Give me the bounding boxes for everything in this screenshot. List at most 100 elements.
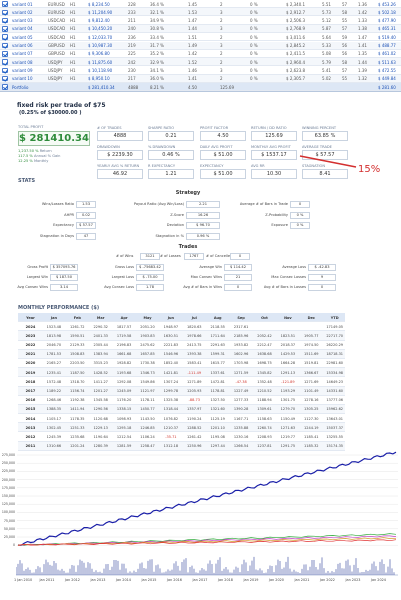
table-cell: 1312.18 — [163, 444, 179, 449]
table-cell: 1.44 — [358, 59, 367, 65]
metric-value: $ 57.57 — [302, 150, 348, 160]
table-cell: 1.33 — [358, 18, 367, 24]
table-cell: 2016 — [25, 398, 36, 403]
table-row[interactable]: variant 03 USDCAD H1 $ 9,812.40 211 34.9 % 1.4… — [0, 17, 401, 25]
table-cell: 2023 — [25, 333, 36, 338]
table-cell: 1127.30 — [304, 416, 319, 421]
table-cell: 1.41 — [358, 43, 367, 48]
table-cell: 1158.63 — [257, 416, 272, 421]
table-cell: 2212.47 — [257, 343, 272, 348]
table-cell: 2046.70 — [46, 343, 62, 348]
table-cell: 1978.66 — [187, 333, 202, 338]
table-cell: 1602.96 — [233, 352, 249, 357]
checkbox[interactable] — [2, 17, 8, 24]
table-cell: 240 — [128, 26, 136, 32]
checkbox[interactable] — [2, 42, 8, 49]
table-cell: 3 — [220, 26, 223, 32]
table-cell: -88.73 — [188, 398, 200, 403]
table-cell: 1.52 — [188, 59, 197, 65]
table-cell: 1192.38 — [70, 398, 85, 403]
checkbox[interactable] — [2, 84, 8, 90]
table-cell: 1590.51 — [70, 333, 85, 338]
checkbox[interactable] — [2, 26, 8, 32]
column-header: Apr — [120, 315, 128, 320]
stat-label: Avg Consec Wins — [17, 285, 48, 289]
table-cell: 1176.20 — [116, 398, 132, 403]
checkbox[interactable] — [2, 9, 8, 16]
trades-header-label: # of Wins — [116, 254, 134, 258]
table-header-row: Year Jan Feb Mar Apr May Jun Jul Aug Sep Oct Nov Dec… — [18, 313, 345, 323]
table-row[interactable]: variant 10 USDJPY H1 $ 8,950.10 217 36.0 % 1.4… — [0, 74, 401, 83]
stat-label: Stagnation in Days — [39, 233, 74, 238]
gain-line: 1,237.50 % Return — [18, 149, 52, 153]
table-cell: -121.89 — [281, 379, 295, 384]
table-cell: 1948.97 — [163, 324, 179, 329]
y-tick-label: 125,000 — [1, 502, 15, 507]
table-row[interactable]: variant 04 USDCAD H1 $ 10,450.20 240 30.8 % 1.… — [0, 24, 401, 34]
trades-section-title: Trades — [178, 244, 198, 250]
table-row[interactable]: variant 01 EURUSD H1 $ 8,234.50 228 36.4 % 1.4… — [0, 0, 401, 9]
table-cell: 34.1 % — [150, 67, 164, 73]
y-tick-label: 150,000 — [1, 494, 15, 498]
table-cell: 1201.27 — [93, 389, 108, 393]
table-cell: 236 — [128, 34, 136, 40]
checkbox[interactable] — [2, 51, 8, 57]
table-cell: 2051.20 — [140, 324, 155, 329]
stat-value: 0.02 — [76, 211, 96, 219]
table-cell: 1189.22 — [46, 389, 62, 393]
stat-label: Max Consec Losses — [271, 275, 306, 279]
table-cell: 1698.75 — [257, 361, 272, 366]
table-cell: 0 % — [250, 1, 258, 7]
table-cell: 1190.24 — [187, 416, 202, 421]
checkbox[interactable] — [2, 34, 8, 40]
table-cell: EURUSD — [48, 1, 65, 7]
metric-label: RETURN / DD RATIO — [251, 126, 287, 130]
table-row[interactable]: variant 02 EURUSD H1 $ 11,204.90 233 32.1 % 1.… — [0, 8, 401, 17]
table-cell: 1271.69 — [304, 379, 319, 384]
table-row: 2016 1268.46 1192.38 1345.58 1176.20 1178.11 1… — [18, 396, 345, 405]
checkbox[interactable] — [2, 59, 8, 65]
table-row[interactable]: variant 07 GBPUSD H1 $ 9,306.80 225 35.2 % 1.4… — [0, 50, 401, 58]
table-cell: 5.79 — [322, 59, 331, 65]
trades-header-label: # of Losses — [160, 254, 181, 258]
table-cell: 1928.82 — [116, 361, 132, 366]
table-cell: 1295.18 — [116, 425, 132, 430]
table-cell: 1291.75 — [280, 444, 296, 449]
table-row: 2018 1572.48 1318.70 1411.27 1292.08 1549.86 1… — [18, 377, 345, 387]
table-cell: 1933.82 — [233, 343, 249, 348]
table-cell: 1327.50 — [210, 398, 225, 403]
table-cell: variant 08 — [12, 59, 33, 65]
table-cell: 14331.60 — [326, 389, 344, 393]
checkbox[interactable] — [2, 1, 8, 7]
table-cell: 1167.71 — [233, 416, 249, 421]
table-cell: 1.41 — [188, 76, 197, 82]
table-cell: H1 — [70, 18, 76, 24]
table-row[interactable]: Portfolio $ 281,410.34 4888 8.21 % 4.50 125.6… — [0, 83, 401, 92]
date-label: Jan 2017 — [192, 578, 208, 582]
table-cell: $ 511.63 — [378, 59, 396, 65]
table-cell: 125.69 — [220, 84, 234, 90]
table-row[interactable]: variant 09 USDJPY H1 $ 10,118.90 230 34.1 % 1.… — [0, 66, 401, 75]
table-cell: -35.71 — [165, 434, 177, 439]
table-row[interactable]: variant 08 USDJPY H1 $ 11,875.60 242 32.9 % 1.… — [0, 58, 401, 67]
table-row[interactable]: variant 05 USDCAD H1 $ 12,033.70 236 33.4 % 1.… — [0, 33, 401, 42]
table-cell: 2291.63 — [210, 343, 225, 348]
metric-value: 125.69 — [251, 131, 297, 141]
table-cell: 1250.96 — [187, 444, 202, 449]
checkbox[interactable] — [2, 75, 8, 82]
table-cell: H1 — [70, 9, 76, 15]
table-cell: $ 9,812.40 — [88, 18, 110, 24]
table-cell: EURUSD — [48, 9, 65, 15]
stat-label: Avg # of Bars in Losses — [263, 285, 306, 289]
table-cell: 2185.96 — [233, 333, 249, 338]
checkbox[interactable] — [2, 67, 8, 74]
stat-label: Largest Win — [26, 275, 48, 279]
table-cell: 2014 — [25, 416, 36, 421]
table-cell: 1120.68 — [93, 416, 108, 421]
table-cell: 34.9 % — [150, 18, 164, 24]
table-row[interactable]: variant 06 GBPUSD H1 $ 10,987.30 219 31.7 % 1.… — [0, 41, 401, 50]
page-title: fixed risk per trade of $75 — [17, 102, 106, 109]
table-cell: USDCAD — [48, 18, 66, 24]
metric-label: R EXPECTANCY — [148, 164, 176, 168]
table-cell: 1572.48 — [46, 379, 62, 384]
